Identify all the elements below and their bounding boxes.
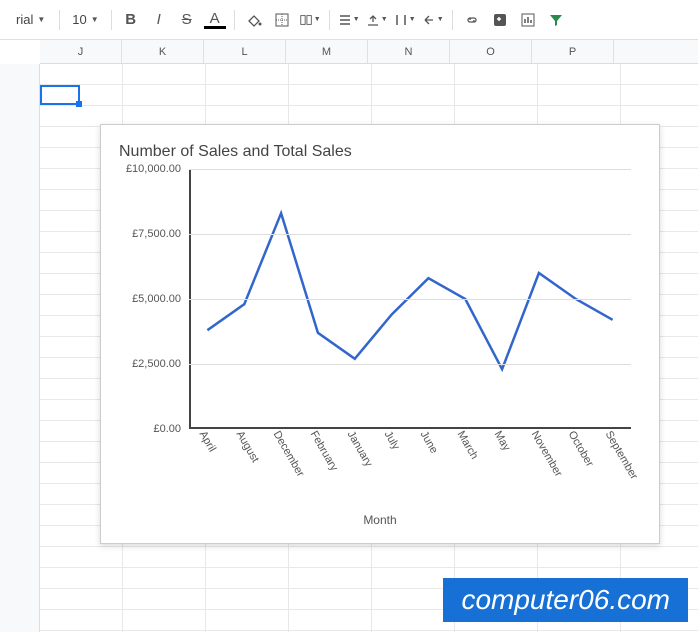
- column-header[interactable]: M: [286, 40, 368, 63]
- row-headers: [0, 64, 40, 632]
- caret-down-icon: ▼: [437, 16, 444, 23]
- bold-button[interactable]: B: [120, 9, 142, 31]
- caret-down-icon: ▼: [37, 15, 45, 24]
- font-family-value: rial: [16, 12, 33, 27]
- separator: [452, 10, 453, 30]
- chart-plot-area: £0.00£2,500.00£5,000.00£7,500.00£10,000.…: [189, 169, 631, 429]
- vertical-align-button[interactable]: ▼: [366, 9, 388, 31]
- y-tick-label: £2,500.00: [132, 358, 189, 370]
- separator: [59, 10, 60, 30]
- column-header[interactable]: P: [532, 40, 614, 63]
- spreadsheet-grid[interactable]: Number of Sales and Total Sales £0.00£2,…: [0, 64, 698, 632]
- filter-icon: [548, 12, 564, 28]
- chart-title: Number of Sales and Total Sales: [119, 143, 641, 161]
- x-tick-label: November: [529, 429, 565, 479]
- caret-down-icon: ▼: [353, 16, 360, 23]
- font-family-select[interactable]: rial ▼: [10, 12, 51, 27]
- fill-color-button[interactable]: [243, 9, 265, 31]
- rotate-icon: [422, 13, 436, 27]
- wrap-icon: [394, 13, 408, 27]
- column-headers: J K L M N O P: [40, 40, 698, 64]
- x-tick-label: January: [344, 429, 374, 469]
- strikethrough-button[interactable]: S: [176, 9, 198, 31]
- cells-area[interactable]: Number of Sales and Total Sales £0.00£2,…: [40, 64, 698, 632]
- caret-down-icon: ▼: [409, 16, 416, 23]
- x-tick-label: September: [602, 429, 639, 482]
- x-tick-label: August: [234, 429, 262, 465]
- insert-comment-button[interactable]: [489, 9, 511, 31]
- y-tick-label: £10,000.00: [126, 163, 189, 175]
- borders-icon: [274, 12, 290, 28]
- toolbar: rial ▼ 10 ▼ B I S A ▼ ▼ ▼ ▼ ▼: [0, 0, 698, 40]
- caret-down-icon: ▼: [91, 15, 99, 24]
- active-cell[interactable]: [40, 85, 80, 105]
- x-axis-title: Month: [119, 513, 641, 527]
- x-tick-label: October: [565, 429, 595, 469]
- grid-line: [189, 234, 631, 235]
- column-header[interactable]: L: [204, 40, 286, 63]
- x-tick-label: December: [271, 429, 307, 479]
- paint-bucket-icon: [246, 12, 262, 28]
- font-size-value: 10: [72, 12, 86, 27]
- x-tick-label: March: [455, 429, 481, 461]
- column-header[interactable]: K: [122, 40, 204, 63]
- column-header[interactable]: O: [450, 40, 532, 63]
- y-tick-label: £5,000.00: [132, 293, 189, 305]
- y-tick-label: £0.00: [153, 423, 189, 435]
- insert-chart-button[interactable]: [517, 9, 539, 31]
- x-tick-label: May: [492, 429, 513, 453]
- separator: [329, 10, 330, 30]
- text-rotation-button[interactable]: ▼: [422, 9, 444, 31]
- x-tick-label: July: [381, 429, 401, 452]
- comment-icon: [492, 12, 508, 28]
- insert-link-button[interactable]: [461, 9, 483, 31]
- x-tick-label: June: [418, 429, 440, 456]
- separator: [111, 10, 112, 30]
- grid-line: [189, 364, 631, 365]
- separator: [234, 10, 235, 30]
- column-header[interactable]: J: [40, 40, 122, 63]
- watermark: computer06.com: [443, 578, 688, 622]
- caret-down-icon: ▼: [314, 16, 321, 23]
- text-wrap-button[interactable]: ▼: [394, 9, 416, 31]
- italic-button[interactable]: I: [148, 9, 170, 31]
- valign-icon: [366, 13, 380, 27]
- x-tick-label: April: [197, 429, 218, 454]
- merge-cells-button[interactable]: ▼: [299, 9, 321, 31]
- text-color-button[interactable]: A: [204, 11, 226, 29]
- font-size-select[interactable]: 10 ▼: [68, 10, 102, 29]
- embedded-chart[interactable]: Number of Sales and Total Sales £0.00£2,…: [100, 124, 660, 544]
- x-axis-labels: April August DecemberFebruaryJanuary July Ju…: [189, 429, 631, 509]
- horizontal-align-button[interactable]: ▼: [338, 9, 360, 31]
- grid-line: [189, 299, 631, 300]
- chart-icon: [520, 12, 536, 28]
- y-tick-label: £7,500.00: [132, 228, 189, 240]
- column-header[interactable]: N: [368, 40, 450, 63]
- grid-line: [189, 169, 631, 170]
- align-icon: [338, 13, 352, 27]
- link-icon: [464, 12, 480, 28]
- borders-button[interactable]: [271, 9, 293, 31]
- caret-down-icon: ▼: [381, 16, 388, 23]
- filter-button[interactable]: [545, 9, 567, 31]
- merge-icon: [299, 12, 313, 28]
- x-tick-label: February: [308, 429, 340, 473]
